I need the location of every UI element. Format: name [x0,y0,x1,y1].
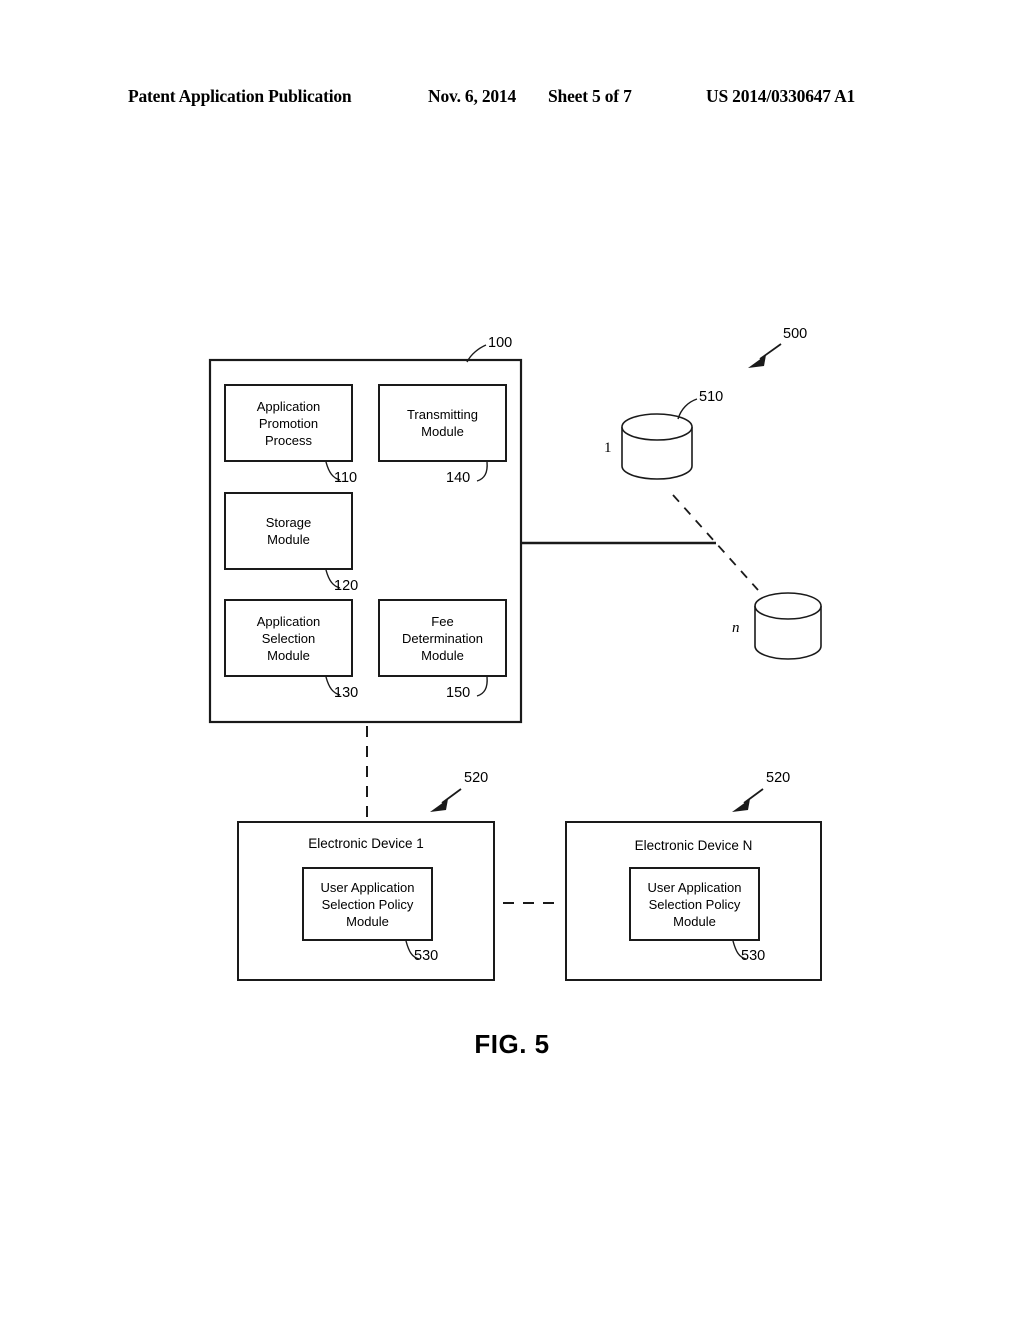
module-box-fee-determination-module [378,599,507,677]
reference-numeral-500: 500 [783,326,808,342]
figure-linework [208,343,822,981]
database-cylinder-first [621,413,693,480]
reference-numeral-120: 120 [334,578,359,594]
leader-line-510 [677,398,698,420]
reference-arrow-520-device-1 [430,788,462,812]
reference-numeral-510: 510 [699,389,724,405]
figure-caption: FIG. 5 [474,1029,550,1059]
reference-numeral-520-device-1: 520 [464,770,489,786]
reference-arrow-520-device-n [732,788,764,812]
reference-numeral-110: 110 [334,470,358,486]
module-box-application-promotion-process [224,384,353,462]
module-box-storage-module [224,492,353,570]
reference-numeral-130: 130 [334,685,359,701]
patent-figure-5: Application Promotion Process Transmitti… [0,0,1024,1320]
database-label-first: 1 [604,440,612,456]
reference-numeral-520-device-n: 520 [766,770,791,786]
module-box-transmitting-module [378,384,507,462]
leader-line-140 [476,461,488,482]
reference-numeral-530-device-n: 530 [741,948,766,964]
database-label-last: n [732,620,740,636]
module-box-application-selection-module [224,599,353,677]
device-n-policy-module-box [629,867,760,941]
reference-numeral-140: 140 [446,470,471,486]
reference-numeral-100: 100 [488,335,513,351]
reference-numeral-530-device-1: 530 [414,948,439,964]
leader-line-150 [476,676,488,697]
device-title-n: Electronic Device N [634,838,753,853]
device-title-1: Electronic Device 1 [308,836,424,851]
reference-numeral-150: 150 [446,685,471,701]
device-1-policy-module-box [302,867,433,941]
server-container-box [208,358,523,724]
reference-arrow-500 [748,343,782,368]
database-cylinder-last [754,592,822,660]
